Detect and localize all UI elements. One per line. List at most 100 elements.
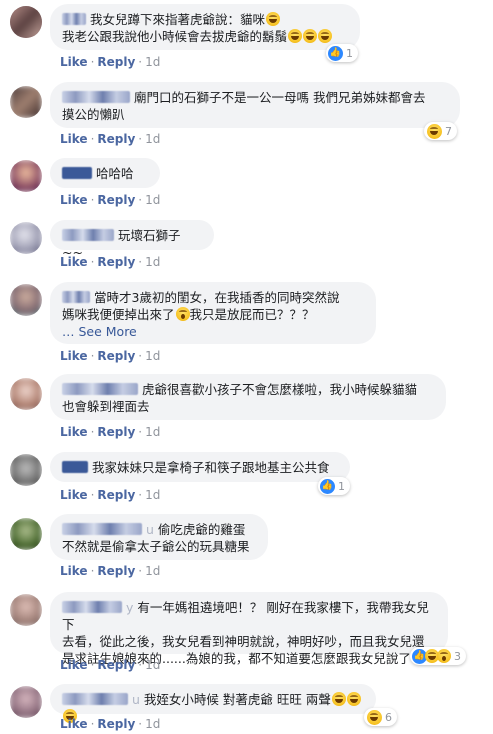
commenter-name-redacted[interactable] <box>62 693 128 705</box>
avatar[interactable] <box>10 594 42 626</box>
comment-bubble: 廟門口的石獅子不是一公一母嗎 我們兄弟姊妹都會去 摸公的懶趴 <box>50 82 460 128</box>
avatar[interactable] <box>10 222 42 254</box>
avatar[interactable] <box>10 686 42 718</box>
haha-emoji-icon <box>288 29 303 43</box>
comment-text-line2: 也會躲到裡面去 <box>62 399 150 414</box>
comment-text-line2: 去看，從此之後，我女兒看到神明就說，神明好吵，而且我女兒還 <box>62 634 425 649</box>
comment-bubble: 當時才3歲初的閨女，在我插香的同時突然說 媽咪我便便掉出來了 我只是放屁而已？？？… <box>50 282 376 344</box>
reply-link[interactable]: Reply <box>97 488 135 502</box>
reply-link[interactable]: Reply <box>97 55 135 69</box>
comment-timestamp[interactable]: 1d <box>145 193 160 207</box>
commenter-name-redacted[interactable] <box>62 229 114 241</box>
comment-bubble: u 我姪女小時候 對著虎爺 旺旺 兩聲 <box>50 684 376 723</box>
comment-text: 我家妹妹只是拿椅子和筷子跟地基主公共食 <box>92 460 330 475</box>
like-link[interactable]: Like <box>60 658 88 672</box>
like-link[interactable]: Like <box>60 488 88 502</box>
comment-text-line2: 我老公跟我說他小時候會去拔虎爺的鬍鬚 <box>62 29 288 44</box>
comment-timestamp[interactable]: 1d <box>145 132 160 146</box>
comment-actions: Like · Reply · 1d <box>60 717 161 731</box>
comment-actions: Like · Reply · 1d <box>60 658 161 672</box>
like-icon: 👍 <box>328 45 343 61</box>
comment-timestamp[interactable]: 1d <box>145 488 160 502</box>
avatar[interactable] <box>10 454 42 486</box>
comment-actions: Like · Reply · 1d <box>60 132 161 146</box>
reply-link[interactable]: Reply <box>97 132 135 146</box>
avatar[interactable] <box>10 378 42 410</box>
comment-actions: Like · Reply · 1d <box>60 488 161 502</box>
comment-text: 虎爺很喜歡小孩子不會怎麼樣啦，我小時候躲貓貓 <box>142 382 418 397</box>
reaction-count-badge[interactable]: 👍 3 <box>410 647 466 665</box>
comment-timestamp[interactable]: 1d <box>145 349 160 363</box>
commenter-name-redacted[interactable] <box>62 13 86 25</box>
like-link[interactable]: Like <box>60 425 88 439</box>
avatar[interactable] <box>10 86 42 118</box>
comment-text: 我女兒蹲下來指著虎爺說：貓咪 <box>90 12 266 27</box>
comment-actions: Like · Reply · 1d <box>60 193 161 207</box>
comment-bubble: 虎爺很喜歡小孩子不會怎麼樣啦，我小時候躲貓貓 也會躲到裡面去 <box>50 374 446 420</box>
like-link[interactable]: Like <box>60 132 88 146</box>
avatar[interactable] <box>10 160 42 192</box>
comment-bubble: 哈哈哈 <box>50 158 160 188</box>
like-link[interactable]: Like <box>60 193 88 207</box>
avatar[interactable] <box>10 284 42 316</box>
reaction-count-badge[interactable]: 6 <box>364 708 397 726</box>
comment-timestamp[interactable]: 1d <box>145 55 160 69</box>
reaction-count-badge[interactable]: 👍 1 <box>326 44 358 62</box>
comment-actions: Like · Reply · 1d <box>60 349 161 363</box>
reply-link[interactable]: Reply <box>97 349 135 363</box>
commenter-name-redacted[interactable] <box>62 91 130 103</box>
reaction-count-badge[interactable]: 7 <box>424 122 457 140</box>
haha-emoji-icon <box>331 692 346 706</box>
haha-emoji-icon <box>318 29 333 43</box>
like-link[interactable]: Like <box>60 564 88 578</box>
like-link[interactable]: Like <box>60 55 88 69</box>
comment-text-line2: 摸公的懶趴 <box>62 107 125 122</box>
like-link[interactable]: Like <box>60 255 88 269</box>
comment-timestamp[interactable]: 1d <box>145 564 160 578</box>
haha-emoji-icon <box>266 12 281 26</box>
see-more-link[interactable]: … See More <box>62 324 137 339</box>
comment-actions: Like · Reply · 1d <box>60 255 161 269</box>
commenter-name-redacted[interactable] <box>62 523 142 535</box>
comment-bubble: 玩壞石獅子 ~~ <box>50 220 214 260</box>
comment-text: 我姪女小時候 對著虎爺 旺旺 兩聲 <box>143 692 331 707</box>
like-icon: 👍 <box>320 478 335 494</box>
avatar[interactable] <box>10 6 42 38</box>
reply-link[interactable]: Reply <box>97 658 135 672</box>
comment-bubble: 我家妹妹只是拿椅子和筷子跟地基主公共食 <box>50 452 350 482</box>
haha-emoji-icon <box>367 709 382 725</box>
comment-bubble: y 有一年媽祖遶境吧！？ 剛好在我家樓下，我帶我女兒下 去看，從此之後，我女兒看… <box>50 592 448 666</box>
reply-link[interactable]: Reply <box>97 255 135 269</box>
commenter-name-redacted[interactable] <box>62 167 92 179</box>
wow-emoji-icon <box>175 307 190 321</box>
comment-text-line2: 不然就是偷拿太子爺公的玩具糖果 <box>62 539 250 554</box>
comment-actions: Like · Reply · 1d <box>60 564 161 578</box>
commenter-name-redacted[interactable] <box>62 601 122 613</box>
reaction-count-badge[interactable]: 👍 1 <box>318 477 350 495</box>
comment-text-line2: 媽咪我便便掉出來了 <box>62 307 175 322</box>
comment-timestamp[interactable]: 1d <box>145 658 160 672</box>
haha-emoji-icon <box>346 692 361 706</box>
name-suffix: u <box>132 692 140 707</box>
comment-timestamp[interactable]: 1d <box>145 425 160 439</box>
commenter-name-redacted[interactable] <box>62 291 90 303</box>
comment-timestamp[interactable]: 1d <box>145 717 160 731</box>
comment-actions: Like · Reply · 1d <box>60 55 161 69</box>
commenter-name-redacted[interactable] <box>62 461 88 473</box>
comment-text: 偷吃虎爺的雞蛋 <box>157 522 246 537</box>
comment-bubble: u 偷吃虎爺的雞蛋 不然就是偷拿太子爺公的玩具糖果 <box>50 514 268 560</box>
reply-link[interactable]: Reply <box>97 564 135 578</box>
reply-link[interactable]: Reply <box>97 193 135 207</box>
reply-link[interactable]: Reply <box>97 717 135 731</box>
comment-bubble: 我女兒蹲下來指著虎爺說：貓咪 我老公跟我說他小時候會去拔虎爺的鬍鬚 <box>50 4 360 50</box>
comment-actions: Like · Reply · 1d <box>60 425 161 439</box>
comment-text-line2b: 我只是放屁而已？？？ <box>189 307 315 322</box>
avatar[interactable] <box>10 518 42 550</box>
like-link[interactable]: Like <box>60 717 88 731</box>
like-link[interactable]: Like <box>60 349 88 363</box>
comment-text: 當時才3歲初的閨女，在我插香的同時突然說 <box>94 290 340 305</box>
commenter-name-redacted[interactable] <box>62 383 138 395</box>
comment-timestamp[interactable]: 1d <box>145 255 160 269</box>
comment-text: 廟門口的石獅子不是一公一母嗎 我們兄弟姊妹都會去 <box>134 90 426 105</box>
reply-link[interactable]: Reply <box>97 425 135 439</box>
